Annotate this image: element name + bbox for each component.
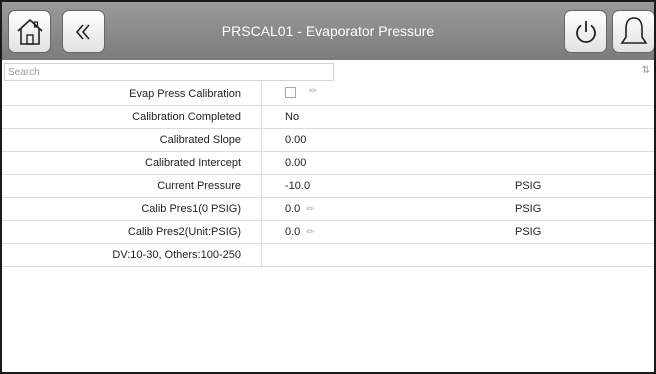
alarm-button[interactable] bbox=[612, 10, 654, 53]
editable-value[interactable]: 0.0 ✏︎ bbox=[285, 221, 315, 244]
row-unit: PSIG bbox=[515, 180, 542, 192]
row-value: -10.0 bbox=[285, 180, 311, 192]
pencil-icon[interactable]: ✏︎ bbox=[306, 221, 314, 244]
editable-value[interactable]: 0.0 ✏︎ bbox=[285, 198, 315, 221]
row-label: Calib Pres1(0 PSIG) bbox=[2, 198, 262, 221]
home-button[interactable] bbox=[8, 10, 51, 53]
row-unit: PSIG bbox=[515, 226, 542, 238]
row-label: Current Pressure bbox=[2, 175, 262, 198]
table-row: Calibrated Intercept 0.00 bbox=[2, 152, 654, 175]
pencil-icon[interactable]: ✏︎ bbox=[309, 86, 317, 97]
back-button[interactable] bbox=[62, 10, 105, 53]
row-value[interactable]: 0.0 bbox=[285, 203, 300, 215]
sort-icon[interactable]: ⇅ bbox=[642, 65, 650, 76]
power-icon bbox=[575, 20, 596, 43]
row-label: Calibration Completed bbox=[2, 106, 262, 129]
calibration-checkbox[interactable] bbox=[285, 87, 296, 98]
app-window: PRSCAL01 - Evaporator Pressure ⇅ Evap Pr… bbox=[0, 0, 656, 374]
row-value: 0.00 bbox=[285, 157, 307, 169]
bell-icon bbox=[620, 16, 647, 44]
row-label: Calibrated Slope bbox=[2, 129, 262, 152]
search-input[interactable] bbox=[4, 63, 334, 81]
row-value[interactable]: 0.0 bbox=[285, 226, 300, 238]
row-unit: PSIG bbox=[515, 203, 542, 215]
row-label: Calibrated Intercept bbox=[2, 152, 262, 175]
parameter-table: Evap Press Calibration ✏︎ Calibration Co… bbox=[2, 83, 654, 267]
table-row[interactable]: Calib Pres2(Unit:PSIG) 0.0 ✏︎ PSIG bbox=[2, 221, 654, 244]
table-row[interactable]: Evap Press Calibration ✏︎ bbox=[2, 83, 654, 106]
row-value: 0.00 bbox=[285, 134, 307, 146]
pencil-icon[interactable]: ✏︎ bbox=[306, 198, 314, 221]
table-row: Current Pressure -10.0 PSIG bbox=[2, 175, 654, 198]
table-row: Calibration Completed No bbox=[2, 106, 654, 129]
row-value: No bbox=[285, 111, 300, 123]
header-bar: PRSCAL01 - Evaporator Pressure bbox=[2, 2, 654, 60]
power-button[interactable] bbox=[564, 10, 607, 53]
row-label: Evap Press Calibration bbox=[2, 83, 262, 106]
table-row: DV:10-30, Others:100-250 bbox=[2, 244, 654, 267]
row-label: DV:10-30, Others:100-250 bbox=[2, 244, 262, 267]
table-row[interactable]: Calib Pres1(0 PSIG) 0.0 ✏︎ PSIG bbox=[2, 198, 654, 221]
table-row: Calibrated Slope 0.00 bbox=[2, 129, 654, 152]
search-bar: ⇅ bbox=[2, 62, 654, 82]
home-icon bbox=[16, 18, 43, 45]
back-double-chevron-icon bbox=[75, 23, 90, 40]
row-label: Calib Pres2(Unit:PSIG) bbox=[2, 221, 262, 244]
